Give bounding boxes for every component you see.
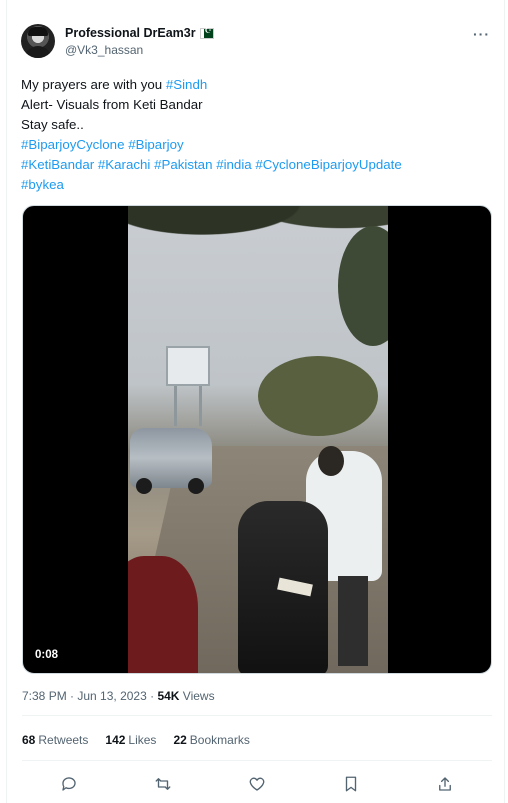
- tweet-line-4: #BiparjoyCyclone #Biparjoy: [21, 135, 491, 155]
- scene-trees: [258, 356, 378, 436]
- hashtag-link[interactable]: #BiparjoyCyclone: [21, 137, 124, 152]
- reply-icon: [62, 777, 76, 791]
- retweets-label: Retweets: [38, 733, 89, 747]
- hashtag-link[interactable]: #bykea: [21, 177, 64, 192]
- scene-water-tower: [166, 346, 210, 386]
- action-bar: [22, 770, 492, 798]
- likes-stat[interactable]: 142 Likes: [105, 733, 156, 747]
- tweet-text-segment: My prayers are with you: [21, 77, 166, 92]
- pakistan-flag-icon: [199, 26, 214, 39]
- reply-button[interactable]: [55, 770, 83, 798]
- share-icon: [439, 777, 451, 791]
- tweet-card: Professional DrEam3r @Vk3_hassan ··· My …: [6, 0, 505, 803]
- scene-car-wheel: [136, 478, 152, 494]
- tweet-line-1: My prayers are with you #Sindh: [21, 75, 491, 95]
- hashtag-link[interactable]: #KetiBandar: [21, 157, 94, 172]
- retweet-icon: [155, 778, 171, 790]
- tweet-line-6: #bykea: [21, 175, 491, 195]
- tweet-header: Professional DrEam3r @Vk3_hassan ···: [21, 24, 494, 64]
- divider: [22, 715, 492, 716]
- hashtag-link[interactable]: #india: [216, 157, 252, 172]
- tweet-stats: 68 Retweets 142 Likes 22 Bookmarks: [22, 733, 250, 747]
- scene-car: [130, 428, 212, 494]
- bookmarks-count: 22: [173, 733, 187, 747]
- share-button[interactable]: [431, 770, 459, 798]
- like-icon: [249, 777, 265, 791]
- tweet-date[interactable]: Jun 13, 2023: [77, 689, 146, 703]
- tweet-text: My prayers are with you #Sindh Alert- Vi…: [21, 75, 491, 195]
- hashtag-link[interactable]: #CycloneBiparjoyUpdate: [255, 157, 401, 172]
- user-handle[interactable]: @Vk3_hassan: [65, 43, 143, 57]
- tweet-line-3: Stay safe..: [21, 117, 84, 132]
- hashtag-link[interactable]: #Karachi: [98, 157, 150, 172]
- views-count: 54K: [157, 689, 180, 703]
- like-button[interactable]: [243, 770, 271, 798]
- avatar[interactable]: [21, 24, 55, 58]
- avatar-hat: [28, 27, 48, 36]
- views-label: Views: [179, 689, 215, 703]
- likes-label: Likes: [128, 733, 157, 747]
- retweets-stat[interactable]: 68 Retweets: [22, 733, 88, 747]
- retweets-count: 68: [22, 733, 36, 747]
- tweet-line-2: Alert- Visuals from Keti Bandar: [21, 97, 203, 112]
- tweet-meta: 7:38 PM · Jun 13, 2023 · 54K Views: [22, 689, 215, 703]
- hashtag-link[interactable]: #Biparjoy: [128, 137, 183, 152]
- meta-separator: ·: [66, 689, 78, 703]
- scene-red-motorbike: [128, 556, 198, 673]
- scene-car-wheel: [188, 478, 204, 494]
- display-name[interactable]: Professional DrEam3r: [65, 26, 196, 40]
- bookmarks-label: Bookmarks: [189, 733, 250, 747]
- avatar-shoulders: [24, 46, 52, 58]
- likes-count: 142: [105, 733, 126, 747]
- divider: [22, 760, 492, 761]
- scene-water-tower-legs: [174, 386, 202, 426]
- hashtag-link[interactable]: #Pakistan: [154, 157, 212, 172]
- bookmark-button[interactable]: [337, 770, 365, 798]
- bookmark-icon: [345, 776, 357, 792]
- scene-person-legs: [338, 576, 368, 666]
- bookmarks-stat[interactable]: 22 Bookmarks: [173, 733, 249, 747]
- meta-separator: ·: [146, 689, 158, 703]
- more-options-icon[interactable]: ···: [473, 26, 490, 42]
- retweet-button[interactable]: [149, 770, 177, 798]
- video-duration: 0:08: [35, 649, 59, 661]
- scene-person-head: [318, 446, 344, 476]
- name-row: Professional DrEam3r: [65, 26, 214, 40]
- video-frame: [128, 206, 388, 673]
- tweet-line-5: #KetiBandar #Karachi #Pakistan #india #C…: [21, 155, 491, 175]
- video-player[interactable]: 0:08: [22, 205, 492, 674]
- hashtag-link[interactable]: #Sindh: [166, 77, 207, 92]
- tweet-time[interactable]: 7:38 PM: [22, 689, 67, 703]
